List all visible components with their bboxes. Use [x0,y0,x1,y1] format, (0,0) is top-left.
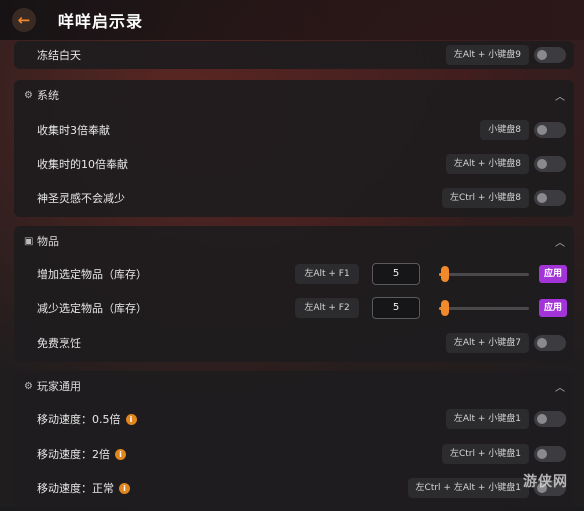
toggle-knob [537,414,547,424]
cheat-row: 收集时3倍奉献 小键盘8 [14,113,574,147]
section-items: ▣ 物品 ︿ 增加选定物品（库存） 左Alt + F1 5 应用 减少选定物品（… [14,226,574,362]
cheat-label: 收集时3倍奉献 [37,124,110,137]
toggle-knob [537,338,547,348]
hotkey-badge[interactable]: 左Alt + 小键盘1 [445,409,529,429]
cheat-toggle[interactable] [534,156,566,172]
toggle-knob [537,125,547,135]
toggle-knob [537,50,547,60]
section-title: 物品 [37,235,59,248]
section-player: ⚙ 玩家通用 ︿ 移动速度：0.5倍 i 左Alt + 小键盘1 移动速度：2倍… [14,371,574,511]
app-header: ← 咩咩启示录 [0,0,584,40]
slider-thumb[interactable] [440,300,449,316]
quantity-input[interactable]: 5 [372,297,420,319]
cheat-label-text: 移动速度：0.5倍 [37,413,121,426]
cheat-row: 免费烹饪 左Alt + 小键盘7 [14,326,574,360]
system-icon: ⚙ [24,89,33,101]
section-header[interactable]: ▣ 物品 ︿ [14,226,574,256]
cheat-toggle[interactable] [534,446,566,462]
apply-button[interactable]: 应用 [539,265,567,283]
toggle-knob [537,193,547,203]
slider-thumb[interactable] [440,266,449,282]
hotkey-badge[interactable]: 左Ctrl + 小键盘1 [441,444,529,464]
section-title: 玩家通用 [37,380,81,393]
cheat-label-text: 移动速度：正常 [37,482,114,495]
cheat-label: 免费烹饪 [37,337,81,350]
hotkey-badge[interactable]: 左Alt + 小键盘9 [445,45,529,65]
cheat-label: 移动速度：2倍 i [37,446,126,462]
cheat-toggle[interactable] [534,122,566,138]
quantity-slider[interactable] [439,273,529,276]
cheat-row: 移动速度：0.5倍 i 左Alt + 小键盘1 [14,402,574,436]
cheat-label: 移动速度：0.5倍 i [37,411,137,427]
cheat-row: 移动速度：2倍 i 左Ctrl + 小键盘1 [14,437,574,471]
hotkey-badge[interactable]: 左Alt + F2 [295,298,359,318]
section-header[interactable]: ⚙ 系统 ︿ [14,80,574,110]
cheat-toggle[interactable] [534,411,566,427]
cheat-row: 神圣灵感不会减少 左Ctrl + 小键盘8 [14,181,574,215]
cheat-label-text: 移动速度：2倍 [37,448,110,461]
hotkey-badge[interactable]: 左Ctrl + 小键盘8 [441,188,529,208]
cheat-row: 增加选定物品（库存） 左Alt + F1 5 应用 [14,257,574,291]
box-icon: ▣ [24,235,34,247]
info-icon[interactable]: i [125,413,137,425]
cheat-toggle[interactable] [534,190,566,206]
chevron-up-icon[interactable]: ︿ [555,88,565,103]
cheat-toggle[interactable] [534,335,566,351]
cheat-label: 神圣灵感不会减少 [37,192,125,205]
page-title: 咩咩启示录 [58,12,144,31]
cheat-label: 冻结白天 [37,49,81,62]
cheat-toggle[interactable] [534,47,566,63]
cheat-row: 减少选定物品（库存） 左Alt + F2 5 应用 [14,291,574,325]
cheat-label: 减少选定物品（库存） [37,302,147,315]
hotkey-badge[interactable]: 左Alt + 小键盘8 [445,154,529,174]
cheat-row: 收集时的10倍奉献 左Alt + 小键盘8 [14,147,574,181]
cheat-row: 冻结白天 左Alt + 小键盘9 [14,38,574,72]
chevron-up-icon[interactable]: ︿ [555,379,565,394]
info-icon[interactable]: i [119,482,130,494]
hotkey-badge[interactable]: 左Alt + F1 [295,264,359,284]
cheat-label: 移动速度：正常 i [37,480,130,496]
arrow-left-icon: ← [17,11,31,29]
hotkey-badge[interactable]: 左Alt + 小键盘7 [445,333,529,353]
cheat-label: 收集时的10倍奉献 [37,158,128,171]
hotkey-badge[interactable]: 小键盘8 [480,120,529,140]
quantity-slider[interactable] [439,307,529,310]
quantity-input[interactable]: 5 [372,263,420,285]
panel-top-row: 冻结白天 左Alt + 小键盘9 [14,41,574,69]
apply-button[interactable]: 应用 [539,299,567,317]
hotkey-badge[interactable]: 左Ctrl + 左Alt + 小键盘1 [407,478,529,498]
section-header[interactable]: ⚙ 玩家通用 ︿ [14,371,574,401]
toggle-knob [537,449,547,459]
player-settings-icon: ⚙ [24,380,33,392]
info-icon[interactable]: i [115,448,126,460]
section-title: 系统 [37,89,59,102]
toggle-knob [537,159,547,169]
cheat-label: 增加选定物品（库存） [37,268,147,281]
watermark-logo: 游侠网 [523,474,568,490]
cheat-row: 移动速度：正常 i 左Ctrl + 左Alt + 小键盘1 [14,471,574,505]
back-button[interactable]: ← [12,8,36,32]
section-system: ⚙ 系统 ︿ 收集时3倍奉献 小键盘8 收集时的10倍奉献 左Alt + 小键盘… [14,80,574,217]
chevron-up-icon[interactable]: ︿ [555,234,565,249]
